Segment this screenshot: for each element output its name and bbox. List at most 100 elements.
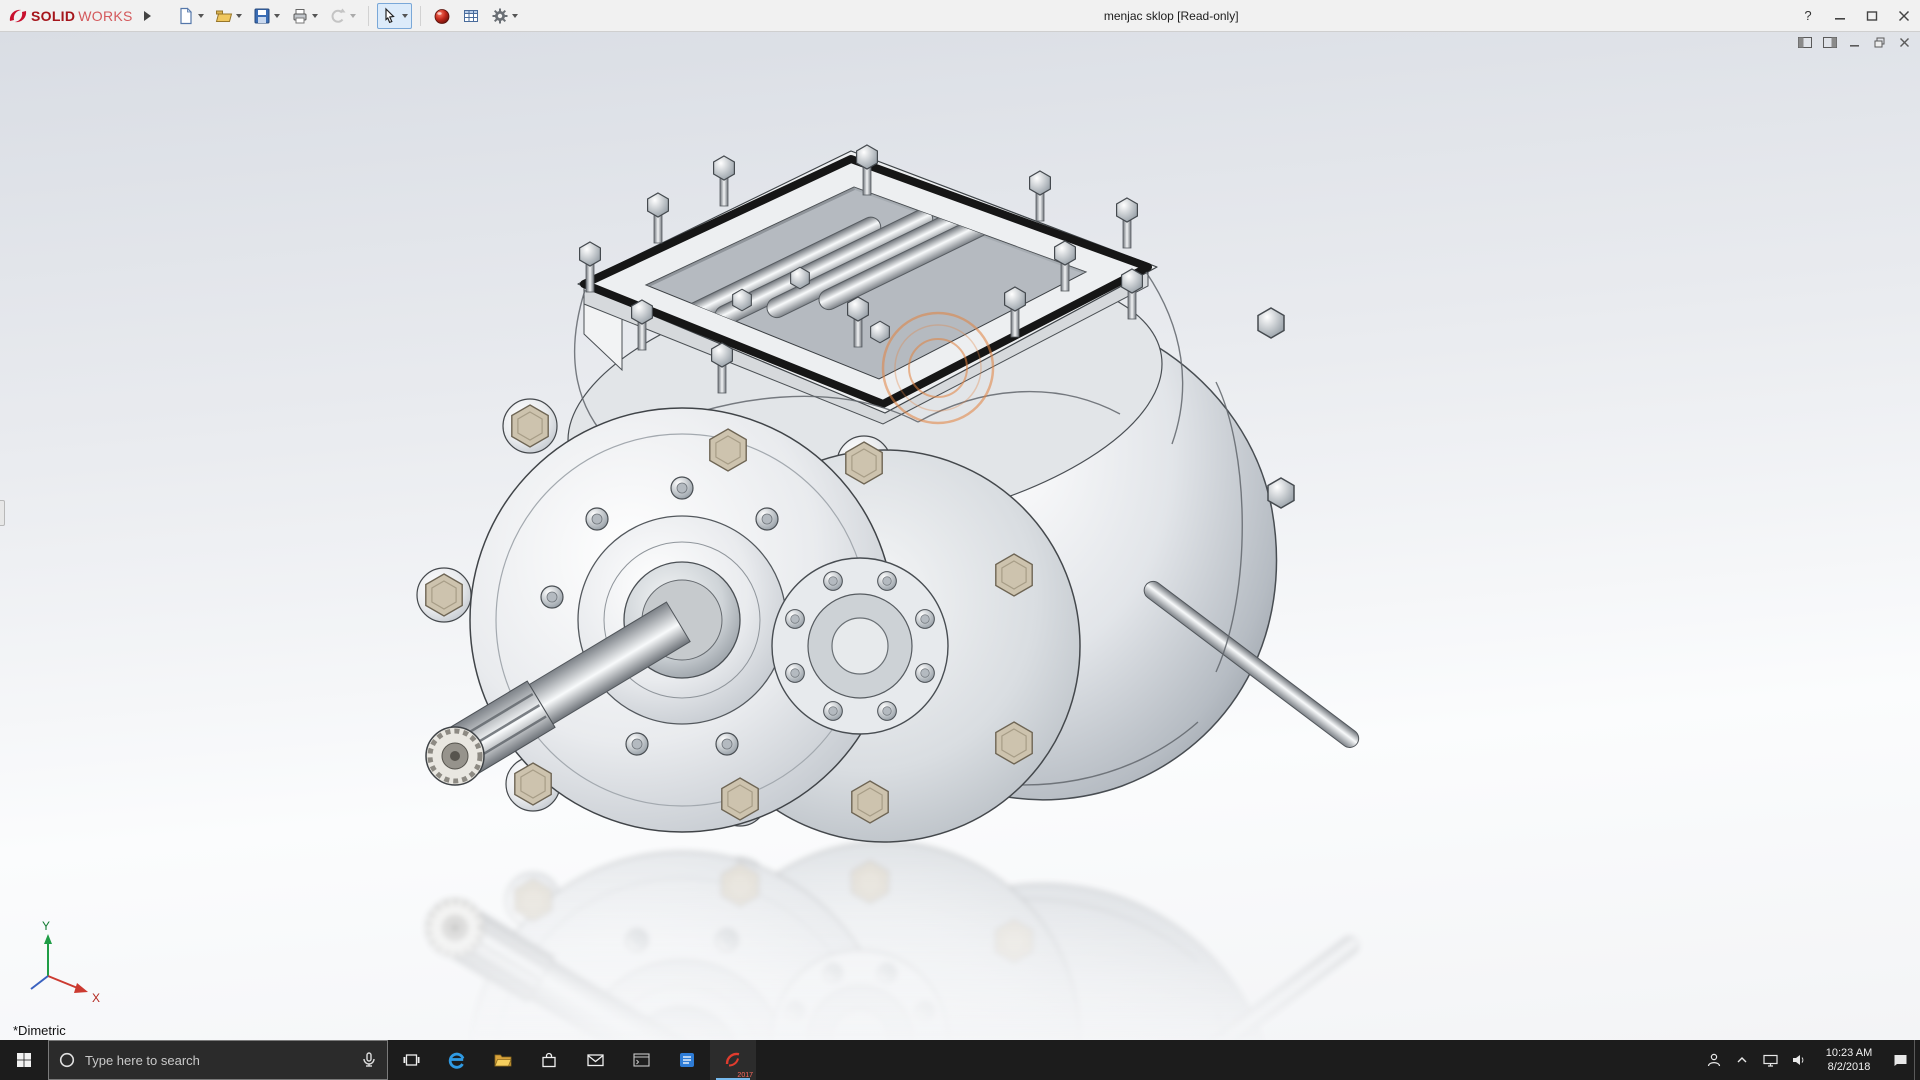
file-explorer-icon [494,1052,512,1068]
people-glyph-icon [1707,1053,1721,1067]
pane-left-icon [1798,37,1812,48]
microphone-icon[interactable] [361,1052,377,1068]
search-placeholder-text: Type here to search [85,1053,200,1068]
pane-right-icon [1823,37,1837,48]
hidden-icons-button[interactable] [1728,1040,1756,1080]
undo-button[interactable] [325,3,360,29]
graphics-area[interactable]: Y X [0,32,1920,1040]
taskbar-search-box[interactable]: Type here to search [48,1040,388,1080]
document-window-controls [1797,36,1912,49]
maximize-button[interactable] [1856,0,1888,31]
child-restore-button[interactable] [1872,36,1887,49]
clock-time: 10:23 AM [1812,1046,1886,1060]
panel-splitter-handle[interactable] [0,500,5,526]
store-icon [541,1052,557,1068]
select-tool-button[interactable] [377,3,412,29]
child-close-icon [1899,37,1910,48]
task-view-icon [403,1052,420,1068]
help-button[interactable]: ? [1792,0,1824,31]
maximize-icon [1866,10,1878,22]
taskbar-app-console[interactable] [618,1040,664,1080]
save-dropdown[interactable] [274,14,280,18]
taskbar-clock[interactable]: 10:23 AM 8/2/2018 [1812,1046,1886,1075]
child-minimize-icon [1849,37,1860,48]
clock-date: 8/2/2018 [1812,1060,1886,1074]
pane-right-button[interactable] [1822,36,1837,49]
open-button[interactable] [211,3,246,29]
windows-logo-icon [16,1052,32,1068]
taskbar-app-store[interactable] [526,1040,572,1080]
solidworks-year-label: 2017 [737,1072,753,1079]
brand-works: WORKS [78,8,132,24]
options-dropdown[interactable] [512,14,518,18]
evaluate-button[interactable] [458,3,484,29]
save-floppy-icon [253,7,271,25]
options-button[interactable] [487,3,522,29]
view-orientation-label: *Dimetric [13,1023,66,1038]
task-view-button[interactable] [388,1040,434,1080]
child-minimize-button[interactable] [1847,36,1862,49]
toolbar-separator [420,6,421,26]
new-document-icon [177,7,195,25]
document-title: menjac sklop [Read-only] [1104,9,1239,23]
print-dropdown[interactable] [312,14,318,18]
child-close-button[interactable] [1897,36,1912,49]
speaker-icon [1791,1053,1806,1067]
minimize-button[interactable] [1824,0,1856,31]
appearance-sphere-icon [433,7,451,25]
close-icon [1898,10,1910,22]
action-center-button[interactable] [1886,1040,1914,1080]
people-icon[interactable] [1700,1040,1728,1080]
model-reflection [417,842,1362,1040]
network-icon [1763,1054,1778,1067]
open-folder-icon [215,7,233,25]
document-app-icon [679,1052,695,1068]
brand-solid: SOLID [31,8,75,24]
system-tray: 10:23 AM 8/2/2018 [1700,1040,1920,1080]
volume-icon[interactable] [1784,1040,1812,1080]
windows-taskbar: Type here to search [0,1040,1920,1080]
3d-scene[interactable]: Y X [0,32,1920,1040]
window-controls: ? [1792,0,1920,31]
chevron-up-icon [1736,1055,1748,1065]
close-button[interactable] [1888,0,1920,31]
save-button[interactable] [249,3,284,29]
ds-logo-icon [8,8,28,24]
new-document-dropdown[interactable] [198,14,204,18]
print-button[interactable] [287,3,322,29]
gearbox-model[interactable] [417,145,1362,842]
show-desktop-button[interactable] [1914,1040,1920,1080]
cortana-icon [59,1052,75,1068]
undo-arrow-icon [329,7,347,25]
toolbar-separator [368,6,369,26]
flyout-arrow-icon [143,11,151,21]
console-window-icon [633,1053,650,1067]
minimize-icon [1834,10,1846,22]
solidworks-app-icon [724,1051,742,1069]
triad-x-label: X [92,991,100,1005]
network-status-icon[interactable] [1756,1040,1784,1080]
triad-y-label: Y [42,919,50,933]
pane-left-button[interactable] [1797,36,1812,49]
print-icon [291,7,309,25]
select-cursor-icon [381,7,399,25]
select-tool-dropdown[interactable] [402,14,408,18]
undo-dropdown[interactable] [350,14,356,18]
table-grid-icon [462,7,480,25]
taskbar-app-solidworks[interactable]: 2017 [710,1040,756,1080]
appearances-button[interactable] [429,3,455,29]
taskbar-app-file-explorer[interactable] [480,1040,526,1080]
taskbar-app-edge[interactable] [434,1040,480,1080]
mail-icon [587,1053,604,1067]
edge-browser-icon [448,1051,466,1069]
new-document-button[interactable] [173,3,208,29]
action-center-icon [1893,1053,1908,1067]
start-button[interactable] [0,1040,48,1080]
taskbar-app-document[interactable] [664,1040,710,1080]
menu-flyout-button[interactable] [139,3,155,29]
open-dropdown[interactable] [236,14,242,18]
orientation-triad[interactable]: Y X [31,919,100,1005]
titlebar: SOLIDWORKS [0,0,1920,32]
taskbar-app-mail[interactable] [572,1040,618,1080]
child-restore-icon [1874,37,1885,48]
